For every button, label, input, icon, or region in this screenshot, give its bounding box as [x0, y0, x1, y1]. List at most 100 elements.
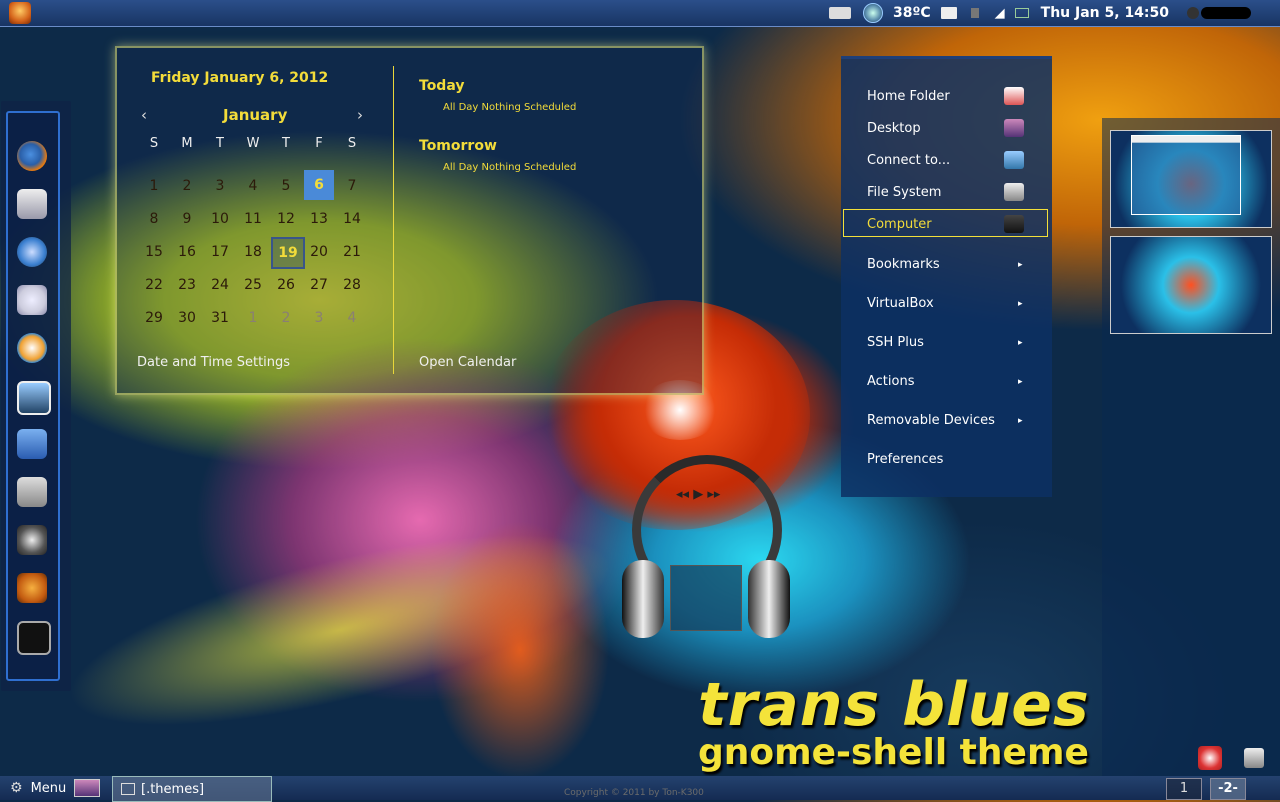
calendar-date-header: Friday January 6, 2012	[151, 70, 329, 86]
calendar-day[interactable]: 16	[172, 244, 202, 260]
keyboard-icon[interactable]	[829, 7, 851, 19]
calendar-day[interactable]: 19	[271, 237, 305, 269]
calendar-day[interactable]: 27	[304, 277, 334, 293]
calendar-day[interactable]: 4	[238, 178, 268, 194]
menu-item-ssh-plus[interactable]: SSH Plus	[867, 335, 924, 350]
calendar-day[interactable]: 3	[304, 310, 334, 326]
battery-icon[interactable]	[1014, 8, 1029, 18]
calendar-day[interactable]: 20	[304, 244, 334, 260]
calendar-day[interactable]: 6	[304, 170, 334, 200]
calendar-day[interactable]: 17	[205, 244, 235, 260]
show-desktop-icon[interactable]	[74, 779, 101, 797]
theme-subtitle: gnome-shell theme	[698, 732, 1089, 773]
album-art-frame[interactable]	[670, 565, 742, 631]
wallpaper-swirl	[51, 494, 629, 766]
calendar-day[interactable]: 14	[337, 211, 367, 227]
drive-icon	[1004, 183, 1024, 201]
calendar-day[interactable]: 3	[205, 178, 235, 194]
menu-item-bookmarks[interactable]: Bookmarks	[867, 257, 940, 272]
gear-icon[interactable]: ⚙	[10, 780, 23, 796]
workspace-button-2[interactable]: -2-	[1210, 778, 1246, 800]
user-status-icon[interactable]	[1187, 7, 1200, 19]
calendar-day[interactable]: 28	[337, 277, 367, 293]
previous-track-icon[interactable]: ◂◂	[676, 487, 689, 502]
firefox-icon[interactable]	[17, 141, 47, 171]
submenu-arrow-icon: ▸	[1018, 338, 1023, 348]
calendar-day[interactable]: 5	[271, 178, 301, 194]
calendar-day[interactable]: 12	[271, 211, 301, 227]
volume-icon[interactable]	[970, 8, 979, 18]
calendar-day[interactable]: 2	[172, 178, 202, 194]
calendar-day[interactable]: 24	[205, 277, 235, 293]
weekday-header: S	[149, 136, 159, 151]
text-document-icon[interactable]	[17, 429, 47, 459]
theme-title: trans blues	[698, 670, 1090, 740]
calendar-day[interactable]: 10	[205, 211, 235, 227]
terminal-icon[interactable]	[17, 621, 51, 655]
clock[interactable]: Thu Jan 5, 14:50	[1041, 5, 1169, 21]
calendar-day[interactable]: 1	[238, 310, 268, 326]
folder-icon[interactable]	[940, 7, 957, 19]
calendar-day[interactable]: 29	[139, 310, 169, 326]
calendar-day[interactable]: 1	[139, 178, 169, 194]
weekday-header: W	[246, 136, 260, 151]
audio-player-icon[interactable]	[17, 333, 47, 363]
system-settings-icon[interactable]	[17, 525, 47, 555]
open-calendar-link[interactable]: Open Calendar	[419, 355, 516, 370]
calendar-day[interactable]: 23	[172, 277, 202, 293]
menu-item-file-system[interactable]: File System	[867, 185, 941, 200]
calendar-day[interactable]: 25	[238, 277, 268, 293]
mail-icon[interactable]	[17, 189, 47, 219]
eject-icon[interactable]	[1244, 748, 1264, 768]
date-time-settings-link[interactable]: Date and Time Settings	[137, 355, 290, 370]
menu-item-preferences[interactable]: Preferences	[867, 452, 943, 467]
calendar-popup: Friday January 6, 2012 ‹ January › S M T…	[115, 46, 704, 395]
file-cabinet-icon[interactable]	[17, 477, 47, 507]
wifi-icon[interactable]: ◢	[995, 6, 1005, 21]
calendar-day[interactable]: 30	[172, 310, 202, 326]
calendar-day[interactable]: 2	[271, 310, 301, 326]
computer-icon	[1004, 215, 1024, 233]
temperature-label[interactable]: 38ºC	[893, 5, 931, 21]
chat-icon[interactable]	[17, 285, 47, 315]
app-desktop-icon[interactable]	[1198, 746, 1222, 770]
calendar-day[interactable]: 4	[337, 310, 367, 326]
image-viewer-icon[interactable]	[17, 381, 51, 415]
workspace-thumbnail-1[interactable]	[1110, 130, 1272, 228]
weather-icon[interactable]	[863, 3, 883, 23]
menu-item-desktop[interactable]: Desktop	[867, 121, 921, 136]
play-icon[interactable]: ▶	[693, 487, 703, 502]
menu-item-removable-devices[interactable]: Removable Devices	[867, 413, 995, 428]
calendar-day[interactable]: 11	[238, 211, 268, 227]
calendar-day[interactable]: 21	[337, 244, 367, 260]
menu-item-home-folder[interactable]: Home Folder	[867, 89, 950, 104]
workspace-button-1[interactable]: 1	[1166, 778, 1202, 800]
window-thumbnail[interactable]	[1131, 135, 1241, 215]
distro-logo-icon[interactable]	[9, 2, 31, 24]
gimp-icon[interactable]	[17, 573, 47, 603]
prev-month-button[interactable]: ‹	[141, 106, 147, 124]
calendar-day[interactable]: 7	[337, 178, 367, 194]
calendar-day[interactable]: 31	[205, 310, 235, 326]
workspace-thumbnail-2[interactable]	[1110, 236, 1272, 334]
next-month-button[interactable]: ›	[357, 106, 363, 124]
calendar-day[interactable]: 26	[271, 277, 301, 293]
menu-item-actions[interactable]: Actions	[867, 374, 915, 389]
user-menu[interactable]	[1201, 7, 1252, 19]
menu-item-virtualbox[interactable]: VirtualBox	[867, 296, 934, 311]
calendar-day[interactable]: 18	[238, 244, 268, 260]
taskbar-window-button[interactable]: [.themes]	[112, 776, 272, 802]
menu-button[interactable]: Menu	[31, 781, 67, 796]
menu-item-computer[interactable]: Computer	[867, 217, 932, 232]
calendar-day[interactable]: 22	[139, 277, 169, 293]
dock-frame	[6, 111, 60, 681]
browser-icon[interactable]	[17, 237, 47, 267]
calendar-day[interactable]: 15	[139, 244, 169, 260]
calendar-day[interactable]: 9	[172, 211, 202, 227]
calendar-day[interactable]: 8	[139, 211, 169, 227]
next-track-icon[interactable]: ▸▸	[707, 487, 720, 502]
submenu-arrow-icon: ▸	[1018, 299, 1023, 309]
network-icon	[1004, 151, 1024, 169]
calendar-day[interactable]: 13	[304, 211, 334, 227]
menu-item-connect-to[interactable]: Connect to...	[867, 153, 950, 168]
